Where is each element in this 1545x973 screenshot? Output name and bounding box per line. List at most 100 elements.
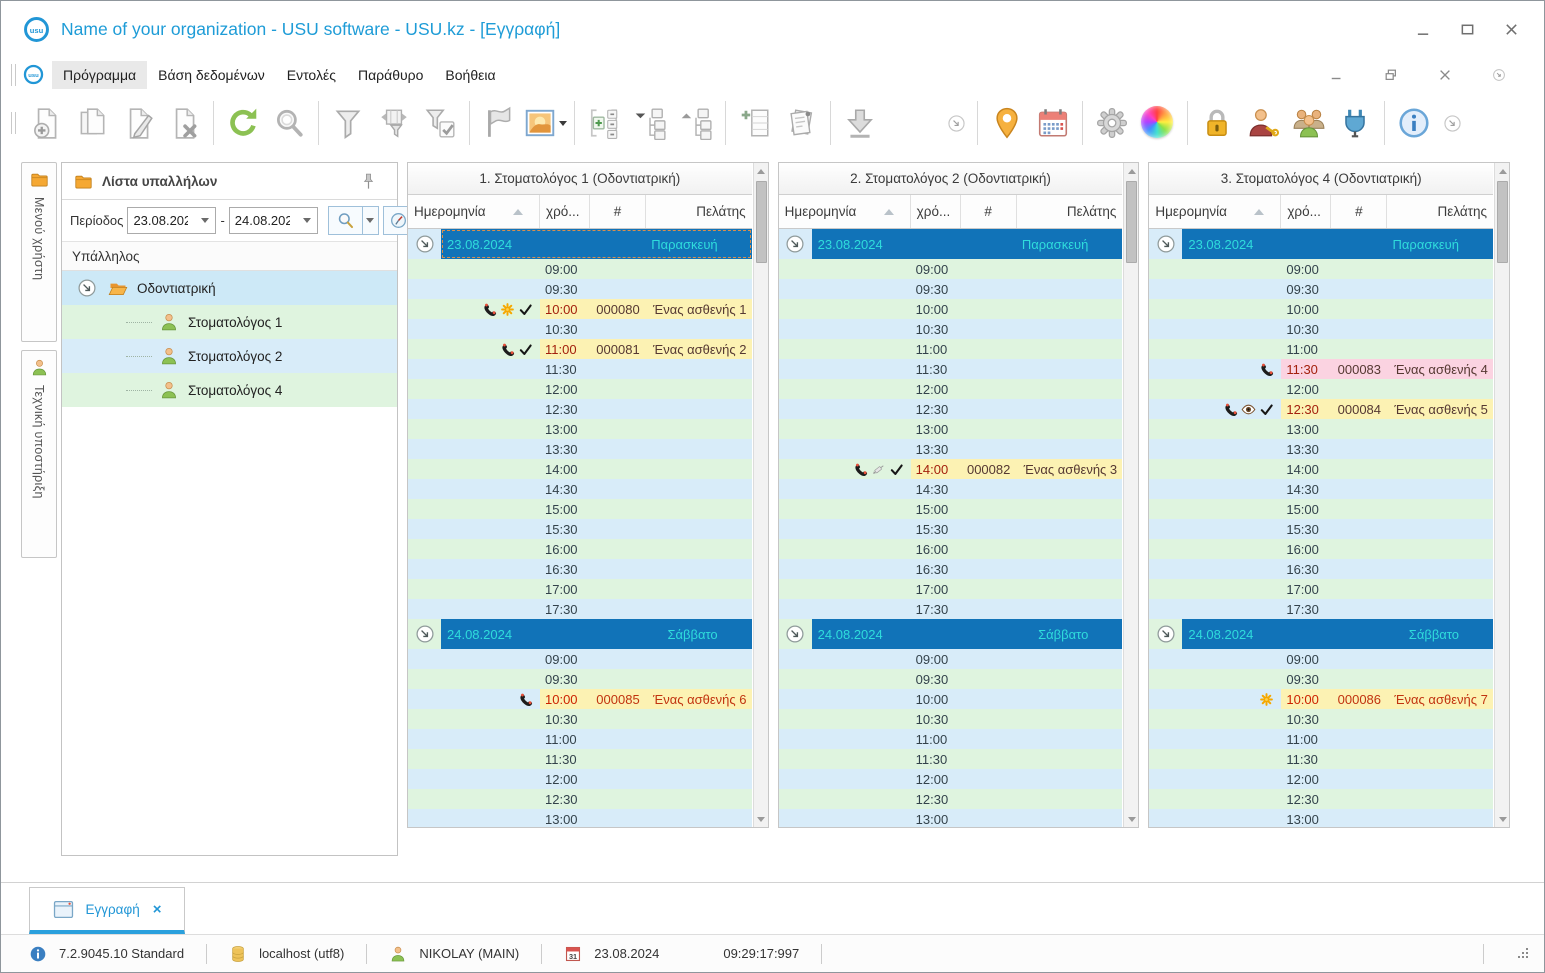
scrollbar-thumb[interactable] xyxy=(1126,181,1138,263)
image-select-button[interactable] xyxy=(522,99,568,147)
info-button[interactable] xyxy=(1391,99,1437,147)
time-slot-row[interactable]: 09:00 xyxy=(408,259,752,279)
minimize-button[interactable] xyxy=(1408,17,1438,41)
resize-grip[interactable] xyxy=(1516,947,1530,961)
tree-root-department[interactable]: Οδοντιατρική xyxy=(62,271,397,305)
search-button[interactable] xyxy=(266,99,312,147)
time-slot-row[interactable]: 10:00 xyxy=(778,689,1123,709)
scroll-up-icon[interactable] xyxy=(754,163,768,179)
tab-close-icon[interactable]: × xyxy=(153,901,162,918)
scroll-down-icon[interactable] xyxy=(1124,811,1138,827)
info-status-icon[interactable] xyxy=(29,945,47,963)
header-date[interactable]: Ημερομηνία xyxy=(1149,195,1282,228)
collapse-node-icon[interactable] xyxy=(76,277,98,299)
filter-columns-button[interactable] xyxy=(371,99,417,147)
image-select-dropdown-icon[interactable] xyxy=(559,120,567,126)
vertical-scrollbar[interactable] xyxy=(1494,163,1510,827)
date-row[interactable]: 23.08.2024 Παρασκευή xyxy=(408,229,752,259)
user-icon[interactable] xyxy=(389,945,407,963)
time-slot-row[interactable]: 09:30 xyxy=(1149,279,1494,299)
time-slot-row[interactable]: 10:30 xyxy=(408,709,752,729)
menu-item-Βάση δεδομένων[interactable]: Βάση δεδομένων xyxy=(147,61,276,89)
header-time[interactable]: χρό... xyxy=(540,195,590,228)
side-tab-tech-support[interactable]: Τεχνική υποστήριξη xyxy=(21,350,57,558)
time-slot-row[interactable]: 12:00 xyxy=(1149,379,1494,399)
collapse-day-icon[interactable] xyxy=(414,623,436,645)
report-button[interactable] xyxy=(778,99,824,147)
tree-expand-button[interactable] xyxy=(673,99,719,147)
mdi-close-button[interactable] xyxy=(1430,63,1460,87)
date-to-combobox[interactable]: 24.08.202 xyxy=(228,207,318,234)
time-slot-row[interactable]: 16:00 xyxy=(408,539,752,559)
mdi-restore-button[interactable] xyxy=(1376,63,1406,87)
flag-button[interactable] xyxy=(476,99,522,147)
time-slot-row[interactable]: 16:30 xyxy=(408,559,752,579)
time-slot-row[interactable]: 12:30 xyxy=(778,789,1123,809)
time-slot-row[interactable]: 14:30 xyxy=(778,479,1123,499)
copy-record-button[interactable] xyxy=(69,99,115,147)
menu-item-Βοήθεια[interactable]: Βοήθεια xyxy=(434,61,506,89)
time-slot-row[interactable]: 10:30 xyxy=(778,319,1123,339)
tree-item-employee[interactable]: Στοματολόγος 4 xyxy=(62,373,397,407)
time-slot-row[interactable]: 17:00 xyxy=(1149,579,1494,599)
time-slot-row[interactable]: 09:30 xyxy=(408,669,752,689)
time-slot-row[interactable]: 14:30 xyxy=(408,479,752,499)
time-slot-row[interactable]: 15:00 xyxy=(778,499,1123,519)
plugin-button[interactable] xyxy=(1332,99,1378,147)
mdi-minimize-button[interactable] xyxy=(1322,63,1352,87)
appointment-row[interactable]: 10:00 000085 Ένας ασθενής 6 xyxy=(408,689,752,709)
edit-record-button[interactable] xyxy=(115,99,161,147)
time-slot-row[interactable]: 16:00 xyxy=(778,539,1123,559)
time-slot-row[interactable]: 14:30 xyxy=(1149,479,1494,499)
time-slot-row[interactable]: 10:30 xyxy=(1149,319,1494,339)
collapse-day-icon[interactable] xyxy=(784,623,806,645)
new-record-button[interactable] xyxy=(23,99,69,147)
time-slot-row[interactable]: 12:00 xyxy=(778,769,1123,789)
header-time[interactable]: χρό... xyxy=(911,195,961,228)
menu-drag-grip[interactable] xyxy=(11,63,16,86)
header-client[interactable]: Πελάτης xyxy=(1017,195,1123,228)
time-slot-row[interactable]: 13:30 xyxy=(1149,439,1494,459)
scroll-down-icon[interactable] xyxy=(1495,811,1509,827)
time-slot-row[interactable]: 09:30 xyxy=(778,669,1123,689)
menu-overflow-chevron-icon[interactable] xyxy=(1484,63,1514,87)
date-row[interactable]: 23.08.2024 Παρασκευή xyxy=(1149,229,1494,259)
date-row[interactable]: 24.08.2024 Σάββατο xyxy=(778,619,1123,649)
time-slot-row[interactable]: 12:30 xyxy=(408,399,752,419)
header-date[interactable]: Ημερομηνία xyxy=(779,195,911,228)
time-slot-row[interactable]: 11:30 xyxy=(408,749,752,769)
time-slot-row[interactable]: 10:30 xyxy=(408,319,752,339)
maximize-button[interactable] xyxy=(1452,17,1482,41)
menu-item-Εντολές[interactable]: Εντολές xyxy=(276,61,347,89)
vertical-scrollbar[interactable] xyxy=(752,163,768,827)
appointment-row[interactable]: 10:00 000086 Ένας ασθενής 7 xyxy=(1149,689,1494,709)
time-slot-row[interactable]: 10:00 xyxy=(778,299,1123,319)
scroll-up-icon[interactable] xyxy=(1495,163,1509,179)
header-date[interactable]: Ημερομηνία xyxy=(408,195,540,228)
download-button[interactable] xyxy=(837,99,883,147)
header-client[interactable]: Πελάτης xyxy=(1387,195,1493,228)
time-slot-row[interactable]: 12:30 xyxy=(1149,789,1494,809)
time-slot-row[interactable]: 15:30 xyxy=(1149,519,1494,539)
vertical-scrollbar[interactable] xyxy=(1123,163,1139,827)
collapse-day-icon[interactable] xyxy=(1155,233,1177,255)
time-slot-row[interactable]: 13:00 xyxy=(408,419,752,439)
time-slot-row[interactable]: 09:30 xyxy=(778,279,1123,299)
time-slot-row[interactable]: 10:30 xyxy=(778,709,1123,729)
user-group-button[interactable] xyxy=(1286,99,1332,147)
header-number[interactable]: # xyxy=(961,195,1017,228)
side-tab-user-menu[interactable]: Μενού χρήστη xyxy=(21,162,57,342)
date-from-combobox[interactable]: 23.08.202 xyxy=(127,207,217,234)
time-slot-row[interactable]: 13:30 xyxy=(778,439,1123,459)
time-slot-row[interactable]: 09:00 xyxy=(778,259,1123,279)
time-slot-row[interactable]: 12:00 xyxy=(1149,769,1494,789)
database-icon[interactable] xyxy=(229,945,247,963)
header-client[interactable]: Πελάτης xyxy=(646,195,752,228)
pin-icon[interactable] xyxy=(359,172,378,191)
date-row[interactable]: 23.08.2024 Παρασκευή xyxy=(778,229,1123,259)
add-row-button[interactable] xyxy=(732,99,778,147)
overflow-chevron-button[interactable] xyxy=(1437,99,1467,147)
search-options-dropdown[interactable] xyxy=(361,206,379,235)
map-pin-button[interactable] xyxy=(984,99,1030,147)
time-slot-row[interactable]: 11:30 xyxy=(778,749,1123,769)
